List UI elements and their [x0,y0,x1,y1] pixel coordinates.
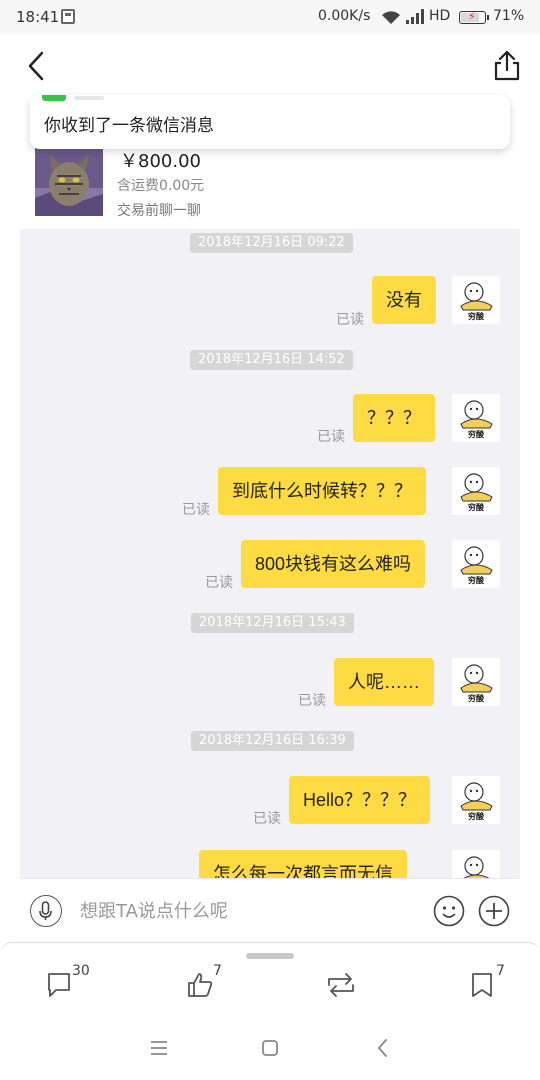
share-button[interactable] [490,48,524,84]
wifi-icon [382,11,400,24]
charging-icon: ⚡ [468,10,476,23]
signal-icon [406,9,424,24]
notification-app-icon [61,9,75,24]
read-status: 已读 [182,502,210,518]
message-bubble[interactable]: 800块钱有这么难吗 [241,540,426,588]
message-bubble[interactable]: ？？？ [353,394,435,442]
avatar[interactable]: 穷酸 [452,467,500,515]
bottom-action-panel: 30 7 7 [0,942,540,1016]
message-timestamp: 2018年12月16日 09:22 [190,233,353,253]
top-header [0,34,540,100]
message-bubble[interactable]: 到底什么时候转？？？ [218,467,426,515]
menu-nav-button[interactable] [147,1036,171,1060]
repost-button[interactable] [324,963,358,1003]
avatar[interactable]: 穷酸 [452,276,500,324]
status-bar: 18:41 0.00K/s HD ⚡ 71% [0,0,540,34]
comment-icon [48,973,70,997]
comment-button[interactable]: 30 [46,963,96,1003]
read-status: 已读 [298,693,326,709]
read-status: 已读 [253,811,281,827]
meme-avatar-icon [463,856,490,878]
message-bubble[interactable]: 怎么每一次都言而无信 [199,850,407,878]
wechat-app-icon [42,95,66,101]
message-input-bar [20,878,520,942]
product-price: ￥800.00 [120,151,201,172]
message-timestamp: 2018年12月16日 16:39 [191,731,354,751]
back-chevron-icon [378,1039,387,1057]
message-input[interactable] [80,893,420,929]
avatar-caption: 穷酸 [468,430,484,439]
repost-icon [328,973,354,997]
product-chat-hint: 交易前聊一聊 [117,203,201,219]
favorite-count: 7 [496,963,505,979]
cat-photo [35,148,103,216]
network-type: HD [429,8,451,24]
avatar[interactable]: 穷酸 [452,776,500,824]
chevron-left-icon [28,51,44,81]
comment-count: 30 [72,963,90,979]
battery-icon: ⚡ [459,10,489,24]
chat-area[interactable]: 2018年12月16日 09:22 已读 没有 穷酸 2018年12月16日 1… [20,229,520,878]
emoji-button[interactable] [433,895,465,927]
favorite-button[interactable]: 7 [470,963,510,1003]
microphone-icon [39,901,52,920]
avatar-caption: 穷酸 [468,812,484,821]
back-nav-button[interactable] [371,1036,395,1060]
message-bubble[interactable]: 没有 [372,276,436,324]
like-count: 7 [213,963,222,979]
avatar-caption: 穷酸 [468,576,484,585]
read-status: 已读 [336,312,364,328]
product-image[interactable] [35,148,103,216]
avatar-caption: 穷酸 [468,503,484,512]
message-bubble[interactable]: 人呢…… [334,658,434,706]
avatar[interactable]: 穷酸 [452,394,500,442]
avatar[interactable]: 穷酸 [452,540,500,588]
network-speed: 0.00K/s [318,8,371,24]
plus-icon [478,895,510,927]
avatar-caption: 穷酸 [468,312,484,321]
message-timestamp: 2018年12月16日 15:43 [191,613,354,633]
share-icon [494,50,520,81]
drag-handle[interactable] [246,953,294,959]
read-status: 已读 [317,429,345,445]
smiley-icon [433,895,465,927]
home-square-icon [262,1040,278,1056]
status-time: 18:41 [16,8,60,26]
message-timestamp: 2018年12月16日 14:52 [190,350,353,370]
notification-banner[interactable]: 你收到了一条微信消息 [30,95,510,149]
avatar[interactable] [452,850,500,878]
notification-app-name [74,96,104,100]
battery-percent: 71% [493,8,525,24]
product-shipping: 含运费0.00元 [117,178,205,194]
back-button[interactable] [20,48,56,84]
voice-button[interactable] [30,895,62,927]
like-button[interactable]: 7 [186,963,226,1003]
menu-icon [151,1041,167,1055]
system-nav-bar [0,1016,540,1080]
thumbs-up-icon [188,973,213,997]
message-bubble[interactable]: Hello？？？？ [289,776,431,824]
avatar-caption: 穷酸 [468,694,484,703]
home-nav-button[interactable] [258,1036,282,1060]
read-status: 已读 [205,575,233,591]
notification-text: 你收到了一条微信消息 [44,116,214,136]
more-button[interactable] [478,895,510,927]
avatar[interactable]: 穷酸 [452,658,500,706]
bookmark-icon [472,973,492,997]
